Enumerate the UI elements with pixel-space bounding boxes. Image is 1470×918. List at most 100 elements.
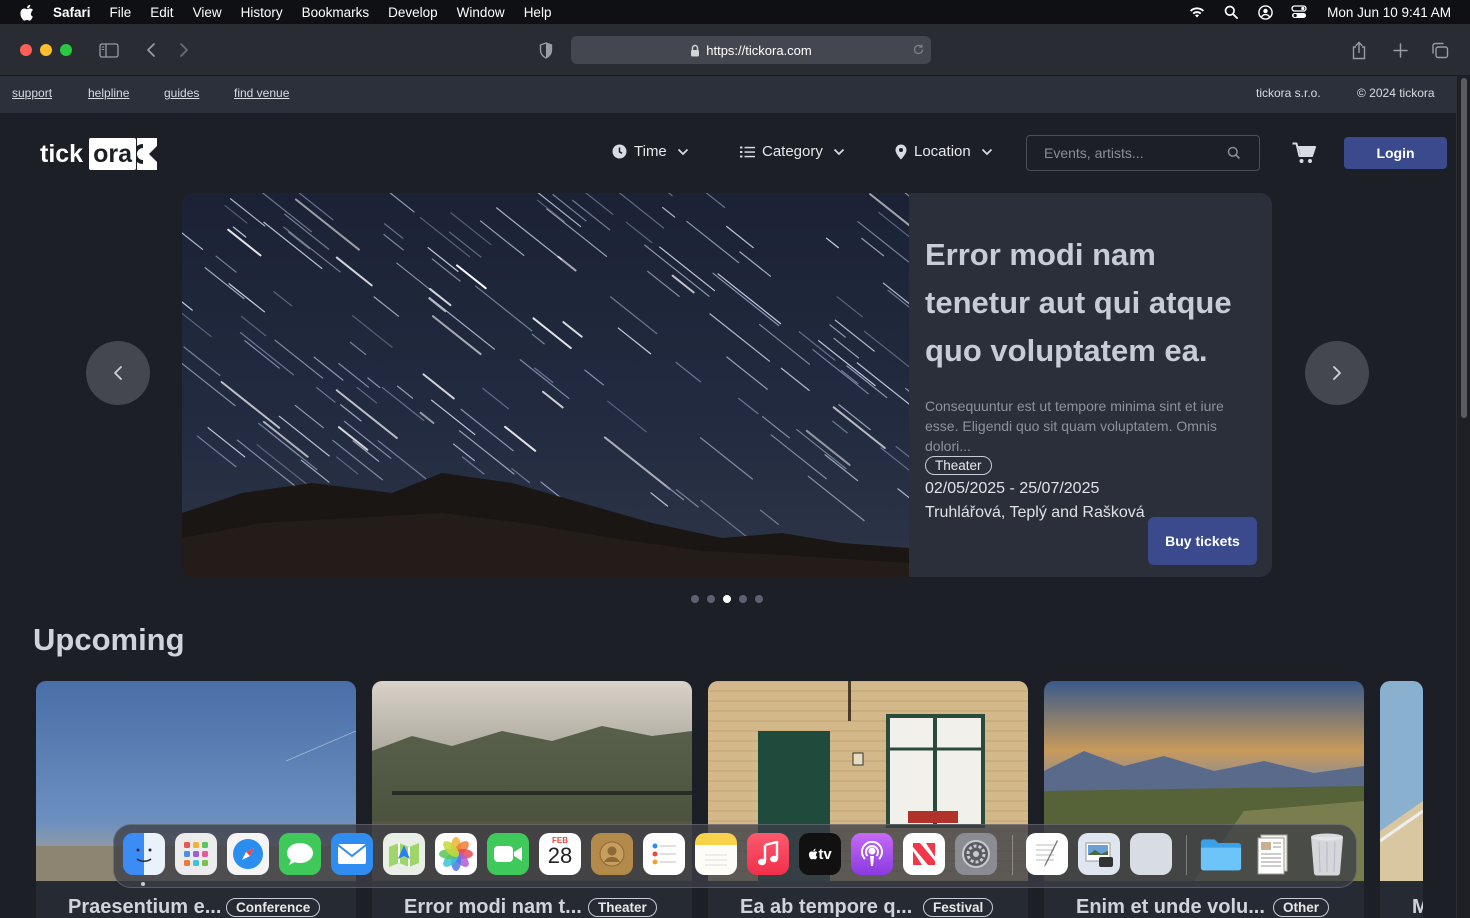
system-settings-icon[interactable] [955,833,997,875]
finder-icon[interactable] [123,833,165,875]
clock-icon [612,144,627,159]
search-icon[interactable] [1227,146,1241,160]
calendar-icon[interactable]: FEB 28 [539,833,581,875]
carousel-next-button[interactable] [1305,341,1369,405]
safari-icon[interactable] [227,833,269,875]
share-icon[interactable] [1349,40,1369,60]
reload-icon[interactable] [912,43,925,56]
event-search-input[interactable]: Events, artists... [1026,135,1260,171]
control-center-icon[interactable] [1290,3,1308,21]
category-filter[interactable]: Category [740,143,845,160]
menu-develop[interactable]: Develop [388,5,438,20]
forward-chevron-icon[interactable] [174,40,194,60]
dock-separator [1012,835,1013,875]
news-icon[interactable] [903,833,945,875]
star-trails-image[interactable] [182,193,909,577]
reminders-icon[interactable] [643,833,685,875]
chevron-down-icon [833,148,845,156]
dock-separator [1186,835,1187,875]
url-text: https://tickora.com [706,42,812,58]
chevron-down-icon [677,148,689,156]
event-card[interactable]: M [1380,681,1423,918]
launchpad-icon[interactable] [175,833,217,875]
menu-window[interactable]: Window [457,5,505,20]
notes-icon[interactable] [695,833,737,875]
safari-toolbar: https://tickora.com [0,24,1470,76]
find-venue-link[interactable]: find venue [234,86,289,100]
shopping-cart-icon[interactable] [1292,142,1316,164]
time-filter[interactable]: Time [612,143,689,160]
wifi-icon[interactable] [1188,3,1206,21]
back-chevron-icon[interactable] [141,40,161,60]
carousel-prev-button[interactable] [86,341,150,405]
event-card-title: M [1412,896,1423,918]
mail-icon[interactable] [331,833,373,875]
zoom-window-button[interactable] [60,44,72,56]
macos-dock: FEB 28 tv [113,824,1357,888]
close-window-button[interactable] [20,44,32,56]
scrollbar-thumb[interactable] [1461,78,1467,418]
menu-history[interactable]: History [241,5,283,20]
podcasts-icon[interactable] [851,833,893,875]
buy-tickets-button[interactable]: Buy tickets [1148,517,1257,565]
featured-event-title[interactable]: Error modi nam tenetur aut qui atque quo… [925,231,1255,375]
trash-icon[interactable] [1306,833,1348,876]
featured-event-slide: Error modi nam tenetur aut qui atque quo… [182,193,1272,577]
carousel-dot[interactable] [755,595,763,603]
menu-view[interactable]: View [193,5,222,20]
spotlight-search-icon[interactable] [1222,3,1240,21]
guides-link[interactable]: guides [164,86,199,100]
carousel-dot-active[interactable] [723,595,731,603]
facetime-icon[interactable] [487,833,529,875]
menu-bookmarks[interactable]: Bookmarks [302,5,370,20]
menu-edit[interactable]: Edit [150,5,173,20]
menubar-clock[interactable]: Mon Jun 10 9:41 AM [1327,5,1451,20]
featured-event-details: Error modi nam tenetur aut qui atque quo… [925,231,1255,525]
tab-overview-icon[interactable] [1430,40,1450,60]
preview-icon[interactable] [1078,833,1120,875]
featured-event-description: Consequuntur est ut tempore minima sint … [925,398,1224,454]
event-card-title: Ea ab tempore q... [740,896,913,918]
document-stack-icon[interactable] [1252,833,1294,875]
event-card-tag: Other [1273,898,1330,917]
event-dates: 02/05/2025 - 25/07/2025 [925,480,1100,497]
user-account-icon[interactable] [1256,3,1274,21]
event-card-tag: Conference [226,898,321,917]
event-category-badge[interactable]: Theater [925,456,992,475]
messages-icon[interactable] [279,833,321,875]
sidebar-toggle-icon[interactable] [99,40,119,60]
tv-label: tv [818,845,832,863]
page-scrollbar[interactable] [1456,76,1470,918]
maps-icon[interactable] [383,833,425,875]
carousel-dot[interactable] [691,595,699,603]
apple-icon [809,848,818,860]
address-bar[interactable]: https://tickora.com [571,36,931,64]
apple-tv-icon[interactable]: tv [799,833,841,875]
menu-app-name[interactable]: Safari [53,5,91,20]
menu-help[interactable]: Help [524,5,552,20]
login-button[interactable]: Login [1344,137,1447,169]
event-card-title: Error modi nam t... [404,896,582,918]
downloads-folder-icon[interactable] [1200,833,1242,875]
utility-bar: support helpline guides find venue ticko… [0,76,1456,113]
logo-mark-icon [137,138,157,170]
event-card-image [1380,681,1423,881]
support-link[interactable]: support [12,86,52,100]
location-filter[interactable]: Location [895,143,993,160]
tickora-logo[interactable]: tick ora [40,138,157,170]
apple-icon[interactable] [19,4,35,21]
carousel-dot[interactable] [707,595,715,603]
photos-icon[interactable] [435,833,477,875]
helpline-link[interactable]: helpline [88,86,129,100]
search-placeholder: Events, artists... [1044,145,1144,161]
generic-app-icon[interactable] [1130,833,1172,875]
carousel-dot[interactable] [739,595,747,603]
contacts-icon[interactable] [591,833,633,875]
textedit-icon[interactable] [1026,833,1068,875]
location-filter-label: Location [914,143,971,160]
privacy-shield-icon[interactable] [536,40,556,60]
music-icon[interactable] [747,833,789,875]
menu-file[interactable]: File [110,5,132,20]
minimize-window-button[interactable] [40,44,52,56]
new-tab-plus-icon[interactable] [1390,40,1410,60]
